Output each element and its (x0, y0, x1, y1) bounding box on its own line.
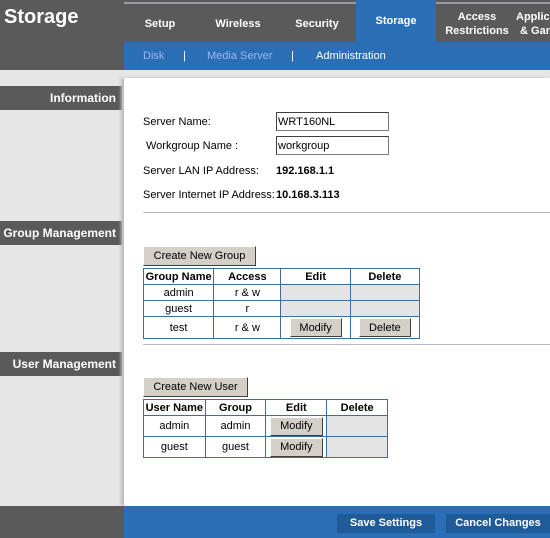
tab-applications-gaming[interactable]: Applications & Gaming (516, 5, 550, 42)
divider (143, 344, 550, 345)
user-group-cell: admin (204, 415, 267, 437)
divider (143, 212, 550, 213)
create-new-group-button[interactable]: Create New Group (143, 246, 256, 266)
tab-access-restrictions[interactable]: Access Restrictions (440, 5, 514, 42)
server-name-label: Server Name: (143, 116, 211, 128)
tab-applications-gaming-label: Applications & Gaming (516, 10, 550, 37)
server-name-input[interactable] (276, 112, 389, 131)
footer-left (0, 506, 124, 538)
footer-bar: Save Settings Cancel Changes (124, 506, 550, 538)
user-group-cell: guest (204, 436, 267, 458)
empty-edit-cell (280, 284, 351, 301)
main-content: Server Name: Workgroup Name : Server LAN… (124, 78, 550, 506)
subnav-separator: | (183, 50, 186, 62)
group-access-cell: r & w (213, 284, 282, 301)
edit-cell: Modify (280, 316, 351, 339)
column-header: Edit (265, 399, 328, 416)
tab-setup[interactable]: Setup (124, 5, 196, 42)
column-header: Delete (349, 268, 421, 285)
delete-cell: Delete (349, 316, 421, 339)
sidebar: Information Group Management User Manage… (0, 70, 124, 506)
tab-wireless[interactable]: Wireless (202, 5, 274, 42)
subnav-administration[interactable]: Administration (316, 50, 386, 62)
group-name-cell: guest (142, 300, 215, 317)
column-header: Delete (326, 399, 388, 416)
modify-user-button[interactable]: Modify (269, 416, 323, 436)
internet-ip-value: 10.168.3.113 (276, 189, 340, 201)
column-header: User Name (143, 399, 206, 416)
subnav-separator: | (291, 50, 294, 62)
empty-delete-cell (326, 436, 388, 458)
group-table: Group Name Access Edit Delete admin r & … (142, 268, 421, 339)
lan-ip-label: Server LAN IP Address: (143, 165, 259, 177)
modify-user-button[interactable]: Modify (269, 437, 323, 457)
edit-cell: Modify (265, 415, 328, 437)
delete-group-button[interactable]: Delete (358, 318, 411, 337)
modify-group-button[interactable]: Modify (289, 318, 342, 337)
tab-security[interactable]: Security (281, 5, 353, 42)
empty-delete-cell (349, 300, 421, 317)
user-name-cell: guest (143, 436, 206, 458)
page-title: Storage (4, 6, 79, 28)
group-table-header: Group Name Access Edit Delete (142, 268, 421, 285)
group-name-cell: test (142, 316, 215, 339)
user-table: User Name Group Edit Delete admin admin … (143, 399, 388, 458)
workgroup-name-input[interactable] (276, 136, 389, 155)
group-access-cell: r (213, 300, 282, 317)
group-name-cell: admin (142, 284, 215, 301)
table-row: admin r & w (142, 284, 421, 301)
user-table-header: User Name Group Edit Delete (143, 399, 388, 416)
create-new-user-button[interactable]: Create New User (143, 377, 248, 397)
internet-ip-label: Server Internet IP Address: (143, 189, 275, 201)
section-user-management: User Management (0, 352, 122, 376)
cancel-changes-button[interactable]: Cancel Changes (446, 514, 550, 533)
main-tabs: Setup Wireless Security Storage Access R… (124, 0, 550, 42)
empty-edit-cell (280, 300, 351, 317)
subnav-disk[interactable]: Disk (143, 50, 164, 62)
edit-cell: Modify (265, 436, 328, 458)
table-row: guest r (142, 300, 421, 317)
workgroup-name-label: Workgroup Name : (146, 140, 239, 152)
header-bar: Storage Setup Wireless Security Storage … (0, 0, 550, 70)
table-row: admin admin Modify (143, 415, 388, 437)
lan-ip-value: 192.168.1.1 (276, 165, 335, 177)
column-header: Edit (280, 268, 351, 285)
section-group-management: Group Management (0, 221, 122, 245)
tab-access-restrictions-label: Access Restrictions (445, 10, 509, 37)
table-row: guest guest Modify (143, 436, 388, 458)
tab-storage[interactable]: Storage (356, 0, 436, 42)
sub-navigation: Disk | Media Server | Administration (124, 42, 550, 70)
group-access-cell: r & w (213, 316, 282, 339)
column-header: Group (204, 399, 267, 416)
user-name-cell: admin (143, 415, 206, 437)
section-information: Information (0, 86, 122, 110)
empty-delete-cell (349, 284, 421, 301)
subnav-media-server[interactable]: Media Server (207, 50, 272, 62)
column-header: Access (213, 268, 282, 285)
column-header: Group Name (142, 268, 215, 285)
tabs-top-line (124, 2, 550, 4)
save-settings-button[interactable]: Save Settings (337, 514, 435, 533)
table-row: test r & w Modify Delete (142, 316, 421, 339)
empty-delete-cell (326, 415, 388, 437)
